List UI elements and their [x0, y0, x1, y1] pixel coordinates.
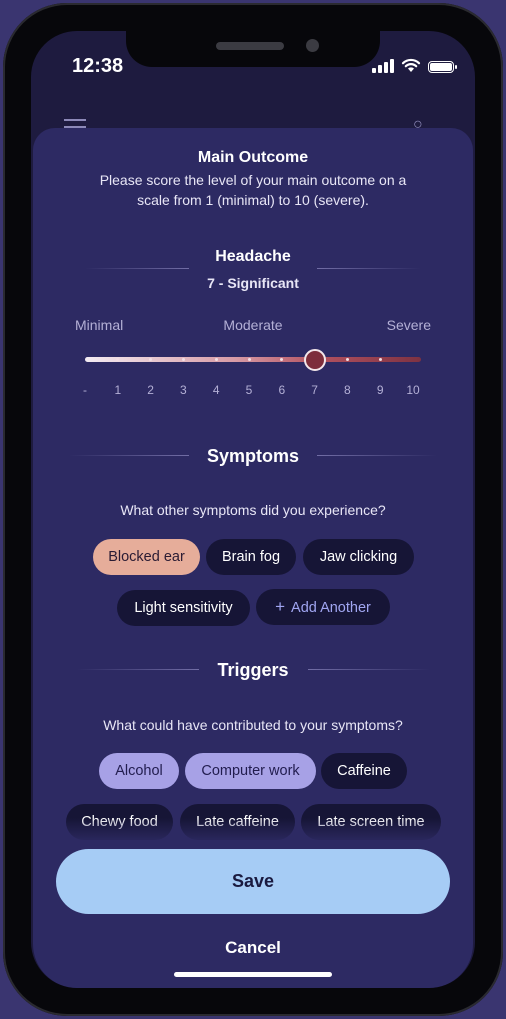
outcome-sheet: Main Outcome Please score the level of y…	[33, 128, 473, 988]
signal-icon	[372, 59, 394, 73]
cancel-button[interactable]: Cancel	[33, 938, 473, 958]
slider-tick-dot	[378, 358, 382, 361]
scale-label-max: Severe	[386, 317, 431, 333]
slider-tick-label: 2	[147, 383, 154, 397]
symptoms-question: What other symptoms did you experience?	[120, 502, 386, 518]
symptom-chip-jaw-clicking[interactable]: Jaw clicking	[303, 539, 414, 575]
severity-slider-thumb[interactable]	[303, 349, 326, 371]
symptom-chip-blocked-ear[interactable]: Blocked ear	[93, 539, 200, 575]
scroll-fade	[33, 818, 473, 844]
slider-tick-dot	[247, 358, 251, 361]
condition-name: Headache	[215, 248, 291, 265]
divider	[308, 669, 430, 670]
home-indicator	[174, 972, 332, 977]
wifi-icon	[401, 58, 421, 72]
slider-tick-label: 3	[180, 383, 187, 397]
slider-tick-dot	[214, 358, 218, 361]
battery-icon	[428, 61, 457, 73]
status-time: 12:38	[72, 55, 124, 77]
plus-icon: +	[275, 597, 286, 616]
add-symptom-button[interactable]: + Add Another	[256, 589, 390, 625]
trigger-chip-caffeine[interactable]: Caffeine	[321, 753, 407, 789]
slider-tick-dot	[345, 358, 349, 361]
slider-tick-dot	[181, 358, 185, 361]
status-icons	[372, 58, 457, 73]
symptoms-title: Symptoms	[206, 446, 300, 466]
score-text: 7 - Significant	[207, 275, 299, 291]
slider-tick-label: 10	[406, 383, 420, 397]
triggers-question: What could have contributed to your symp…	[103, 717, 403, 733]
divider	[317, 268, 421, 269]
slider-tick-label: -	[83, 383, 87, 397]
trigger-chip-alcohol[interactable]: Alcohol	[99, 753, 179, 789]
main-outcome-description-1: Please score the level of your main outc…	[99, 172, 407, 188]
symptom-chip-light-sensitivity[interactable]: Light sensitivity	[117, 590, 250, 626]
triggers-title: Triggers	[217, 660, 289, 680]
slider-tick-label: 8	[344, 383, 351, 397]
slider-tick-label: 5	[245, 383, 253, 397]
slider-tick-label: 1	[114, 383, 122, 397]
slider-tick-label: 9	[376, 383, 384, 397]
add-symptom-label: Add Another	[291, 600, 371, 616]
symptom-chip-brain-fog[interactable]: Brain fog	[206, 539, 296, 575]
speaker	[216, 42, 284, 50]
main-outcome-title: Main Outcome	[197, 149, 309, 166]
main-outcome-description-2: scale from 1 (minimal) to 10 (severe).	[137, 192, 369, 208]
divider	[317, 455, 437, 456]
save-button[interactable]: Save	[56, 849, 450, 914]
severity-slider-track[interactable]	[85, 357, 421, 362]
camera	[306, 39, 319, 52]
trigger-chip-computer-work[interactable]: Computer work	[185, 753, 316, 789]
slider-tick-label: 4	[212, 383, 220, 397]
slider-tick-label: 6	[278, 383, 286, 397]
slider-tick-label: 7	[311, 383, 318, 397]
divider	[85, 268, 189, 269]
